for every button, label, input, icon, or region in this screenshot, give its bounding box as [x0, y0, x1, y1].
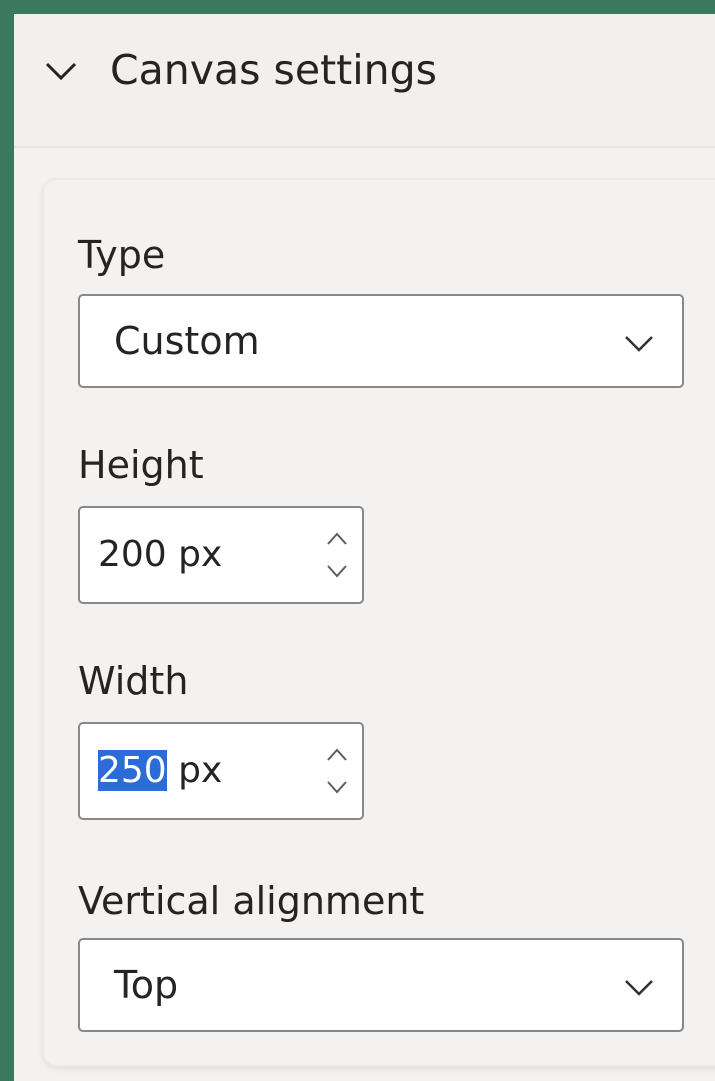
format-pane: Canvas settings Type Custom Height 200 p…	[14, 14, 715, 1081]
chevron-up-icon	[327, 748, 347, 761]
type-dropdown[interactable]: Custom	[78, 294, 684, 388]
chevron-down-icon	[327, 565, 347, 578]
chevron-down-icon	[622, 970, 656, 1004]
width-number-selected: 250	[98, 750, 167, 791]
vertical-alignment-value: Top	[114, 963, 179, 1007]
type-dropdown-value: Custom	[114, 319, 260, 363]
chevron-up-icon	[327, 532, 347, 545]
height-spinner[interactable]	[320, 522, 354, 588]
height-label: Height	[78, 443, 204, 487]
height-input[interactable]: 200 px	[78, 506, 364, 604]
canvas-settings-header[interactable]: Canvas settings	[14, 14, 715, 148]
vertical-alignment-label: Vertical alignment	[78, 879, 425, 923]
chevron-down-icon	[327, 781, 347, 794]
height-unit: px	[166, 534, 223, 575]
width-unit: px	[166, 750, 223, 791]
width-input[interactable]: 250 px	[78, 722, 364, 820]
height-number: 200	[98, 534, 167, 575]
width-label: Width	[78, 659, 189, 703]
width-input-value: 250 px	[98, 746, 222, 796]
section-title: Canvas settings	[110, 46, 438, 94]
type-label: Type	[78, 233, 166, 277]
chevron-down-icon	[622, 326, 656, 360]
vertical-alignment-dropdown[interactable]: Top	[78, 938, 684, 1032]
height-input-value: 200 px	[98, 530, 222, 580]
width-spinner[interactable]	[320, 738, 354, 804]
chevron-down-icon[interactable]	[44, 54, 78, 88]
window-frame: Canvas settings Type Custom Height 200 p…	[0, 0, 715, 1081]
canvas-settings-card: Type Custom Height 200 px Width 250 px V…	[44, 180, 715, 1065]
